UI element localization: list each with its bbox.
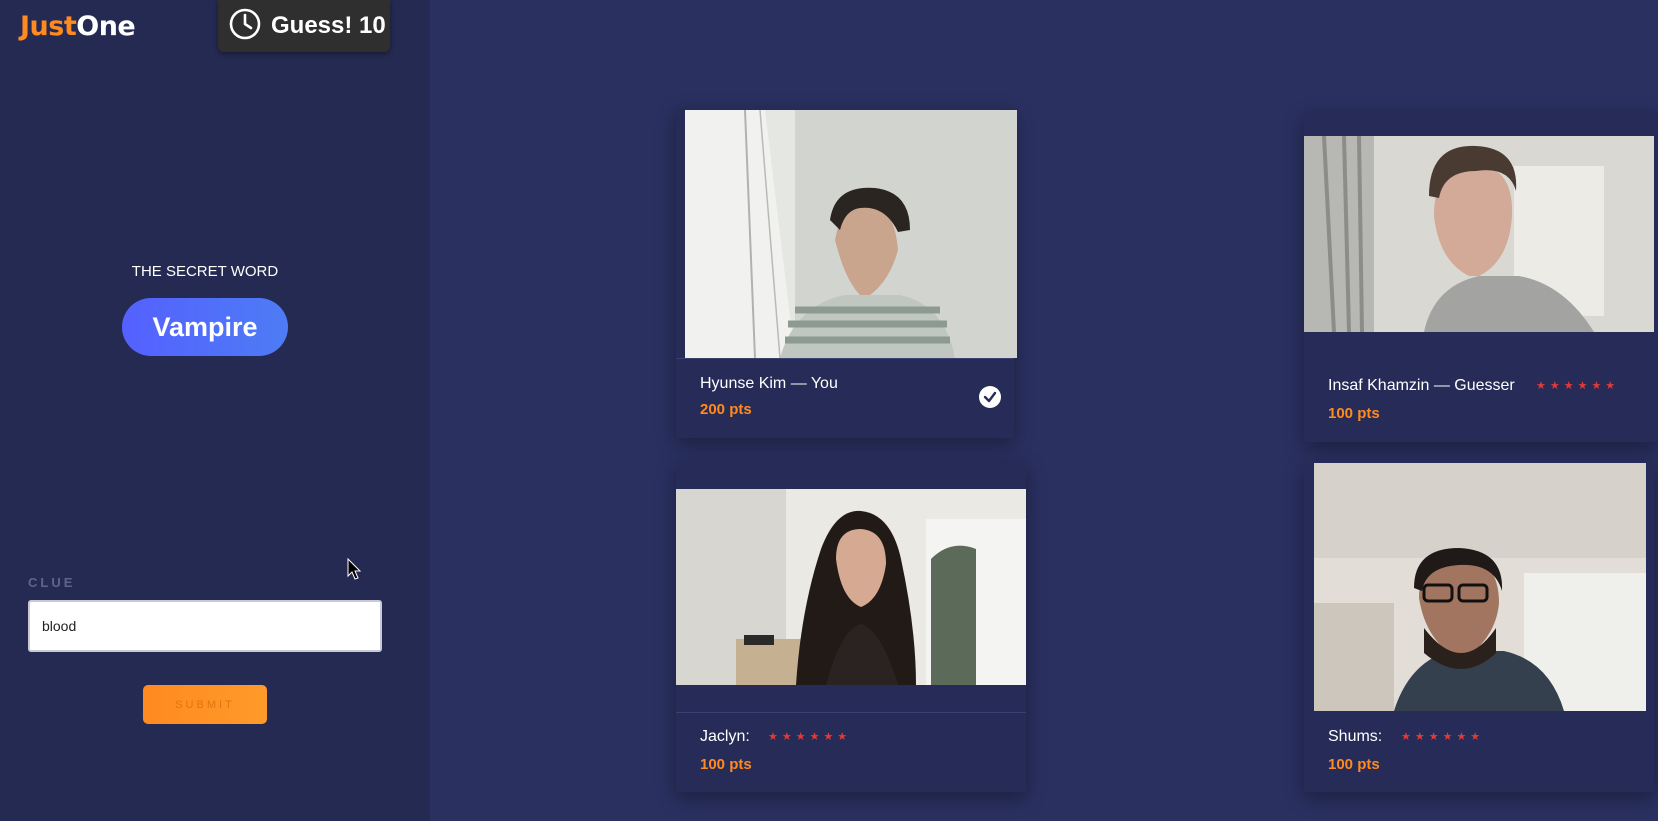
player-video [1304, 136, 1654, 332]
player-name: Shums: [1328, 728, 1383, 745]
rating-stars: ★★★★★★ [1401, 731, 1485, 743]
player-card: Shums: ★★★★★★ 100 pts [1304, 462, 1654, 792]
player-card: Insaf Khamzin — Guesser ★★★★★★ 100 pts [1304, 112, 1658, 442]
player-points: 100 pts [1328, 756, 1380, 773]
timer-text: Guess! 10 [271, 12, 386, 39]
timer-badge: Guess! 10 [218, 0, 390, 52]
player-video [676, 489, 1026, 685]
submit-button[interactable]: SUBMIT [143, 685, 267, 724]
rating-stars: ★★★★★★ [1536, 380, 1620, 392]
player-card: Hyunse Kim — You 200 pts [676, 108, 1017, 438]
clue-input[interactable] [28, 600, 382, 652]
player-name: Insaf Khamzin — Guesser [1328, 377, 1515, 394]
player-points: 200 pts [700, 401, 752, 418]
player-name: Hyunse Kim — You [700, 375, 838, 392]
rating-stars: ★★★★★★ [768, 731, 852, 743]
app-logo: JustOne [20, 11, 136, 42]
secret-word-badge: Vampire [122, 298, 288, 356]
player-name: Jaclyn: [700, 728, 750, 745]
player-video [1314, 463, 1646, 711]
player-points: 100 pts [1328, 405, 1380, 422]
check-icon [979, 386, 1001, 408]
player-points: 100 pts [700, 756, 752, 773]
player-card: Jaclyn: ★★★★★★ 100 pts [676, 462, 1026, 792]
clock-icon [228, 7, 262, 46]
mouse-cursor-icon [347, 557, 362, 585]
player-video [685, 110, 1017, 358]
secret-word-label: THE SECRET WORD [131, 263, 279, 280]
clue-label: CLUE [28, 575, 76, 590]
sidebar: JustOne Guess! 10 THE SECRET WORD Vampir… [0, 0, 430, 821]
